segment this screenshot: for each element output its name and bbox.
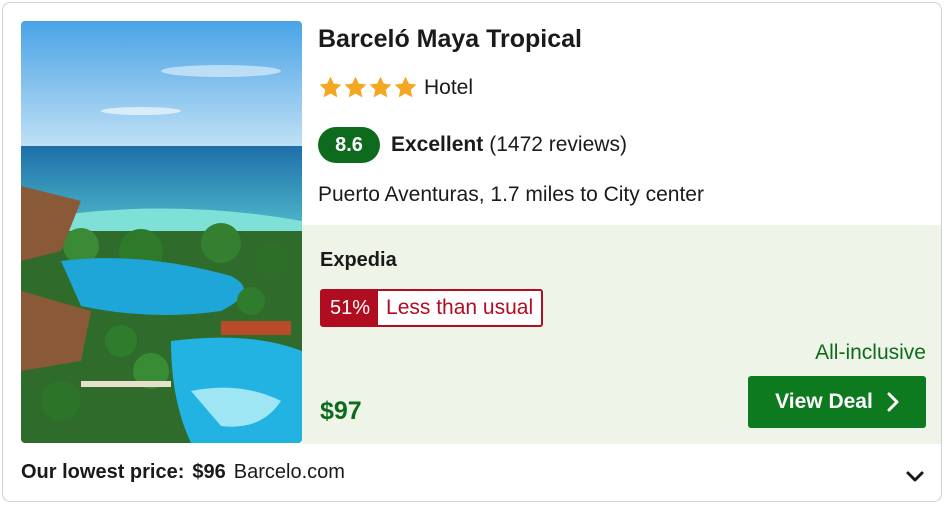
view-deal-label: View Deal — [775, 390, 873, 413]
view-deal-button[interactable]: View Deal — [748, 376, 926, 428]
hotel-type: Hotel — [424, 75, 474, 99]
hotel-card[interactable]: Barceló Maya Tropical Hotel 8.6 Excellen… — [2, 2, 942, 502]
deal-provider: Expedia — [320, 249, 397, 271]
rating-score-badge: 8.6 — [318, 127, 380, 163]
star-icon — [344, 76, 367, 98]
discount-badge: 51% Less than usual — [320, 289, 544, 327]
deal-panel[interactable]: Expedia 51% Less than usual All-inclusiv… — [302, 225, 941, 444]
deal-price: $97 — [320, 397, 362, 425]
lowest-price-row[interactable]: Our lowest price: $96 Barcelo.com — [21, 461, 345, 484]
discount-percent: 51% — [322, 291, 379, 325]
star-rating: Hotel — [318, 75, 473, 100]
lowest-price-value: $96 — [192, 461, 226, 483]
board-type: All-inclusive — [815, 341, 926, 364]
chevron-right-icon — [887, 392, 899, 412]
star-icon — [369, 76, 392, 98]
star-icon — [394, 76, 417, 98]
lowest-price-label: Our lowest price: — [21, 461, 185, 483]
hotel-photo[interactable] — [21, 21, 302, 443]
chevron-down-icon[interactable] — [903, 465, 927, 489]
lowest-price-site: Barcelo.com — [233, 461, 345, 483]
rating-word: Excellent — [391, 133, 484, 156]
hotel-name[interactable]: Barceló Maya Tropical — [318, 25, 582, 54]
discount-label: Less than usual — [386, 296, 534, 319]
rating-row[interactable]: 8.6 Excellent (1472 reviews) — [318, 127, 627, 163]
hotel-location: Puerto Aventuras, 1.7 miles to City cent… — [318, 183, 704, 206]
star-icon — [319, 76, 342, 98]
review-count[interactable]: (1472 reviews) — [489, 133, 627, 157]
